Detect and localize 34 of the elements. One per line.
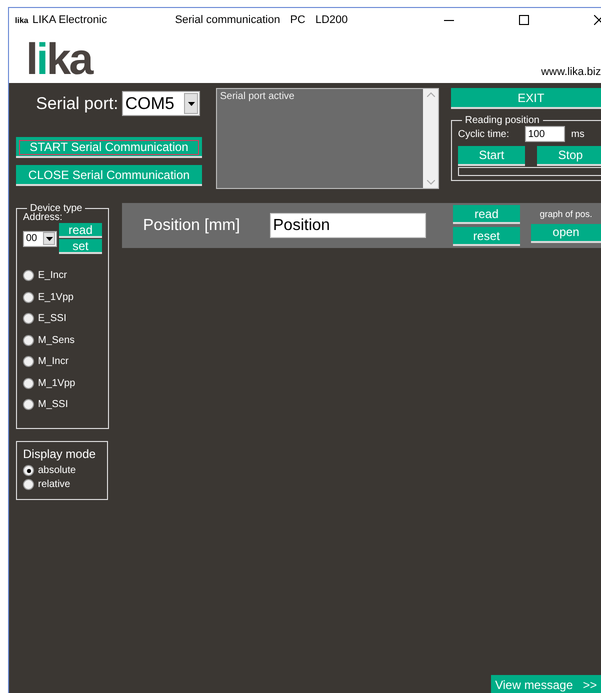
window-caption: Serial communication <box>174 14 280 26</box>
group-title: Device type <box>30 203 84 214</box>
cyclic-time-field[interactable]: 100 <box>525 126 566 142</box>
unit-label: ms <box>571 128 584 140</box>
device-option[interactable]: M_1Vpp <box>23 372 102 394</box>
company-logo: lika <box>26 38 92 82</box>
graph-label: graph of pos. <box>540 208 592 218</box>
log-text: Serial port active <box>219 90 296 104</box>
address-dropdown[interactable]: 00 <box>23 230 57 246</box>
caret-icon <box>46 236 52 240</box>
display-option[interactable]: absolute <box>23 464 101 478</box>
device-option[interactable]: M_Sens <box>23 330 102 351</box>
maximize-icon[interactable] <box>519 15 529 25</box>
caption-part: LD200 <box>315 14 348 26</box>
position-field[interactable]: Position <box>270 213 426 238</box>
cyclic-time-label: Cyclic time: <box>458 128 510 140</box>
serial-port-label: Serial port: <box>36 94 118 114</box>
group-title: Reading position <box>464 115 540 126</box>
device-option[interactable]: M_SSI <box>23 394 102 416</box>
caret-icon <box>188 102 195 106</box>
close-icon[interactable] <box>594 15 601 25</box>
window-title: LIKA Electronic <box>32 14 107 26</box>
device-option[interactable]: E_SSI <box>23 308 102 330</box>
group-title: Display mode <box>23 446 97 460</box>
address-label: Address: <box>23 212 64 223</box>
position-label: Position [mm] <box>143 216 241 234</box>
website-url: www.lika.biz <box>541 66 601 78</box>
serial-port-dropdown[interactable]: COM5 <box>122 91 200 116</box>
app-logo: lika <box>15 16 28 24</box>
display-option[interactable]: relative <box>23 478 101 492</box>
device-option[interactable]: M_Incr <box>23 351 102 372</box>
device-option[interactable]: E_1Vpp <box>23 286 102 308</box>
caption-part: PC <box>290 14 306 26</box>
device-option[interactable]: E_Incr <box>23 265 102 286</box>
